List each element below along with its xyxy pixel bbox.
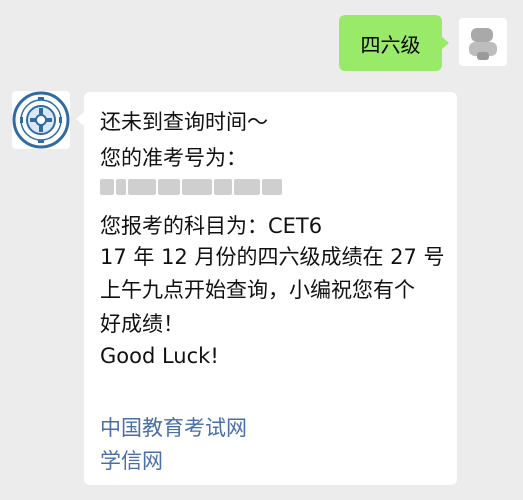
link-chsi[interactable]: 学信网: [100, 445, 163, 475]
sent-message-bubble[interactable]: 四六级: [339, 15, 449, 71]
message-line: 17 年 12 月份的四六级成绩在 27 号: [100, 245, 445, 269]
redacted-exam-number: [100, 177, 300, 197]
blurred-avatar-icon: [471, 28, 493, 42]
link-neea[interactable]: 中国教育考试网: [100, 412, 247, 442]
message-line: 上午九点开始查询，小编祝您有个: [100, 278, 415, 302]
received-message-bubble[interactable]: 还未到查询时间～ 您的准考号为： 您报考的科目为：CET6 17 年 12 月份…: [76, 92, 457, 485]
user-avatar[interactable]: [459, 18, 507, 66]
avatar-blur-part: [477, 52, 489, 60]
university-seal-icon: [12, 91, 70, 149]
bot-avatar[interactable]: [12, 91, 70, 149]
message-line: Good Luck!: [100, 344, 219, 368]
message-line: 还未到查询时间～: [100, 110, 268, 134]
message-line: 您报考的科目为：CET6: [100, 214, 323, 238]
message-line: 您的准考号为：: [100, 146, 247, 170]
message-line: 好成绩！: [100, 312, 184, 336]
sent-message-text: 四六级: [360, 32, 421, 57]
